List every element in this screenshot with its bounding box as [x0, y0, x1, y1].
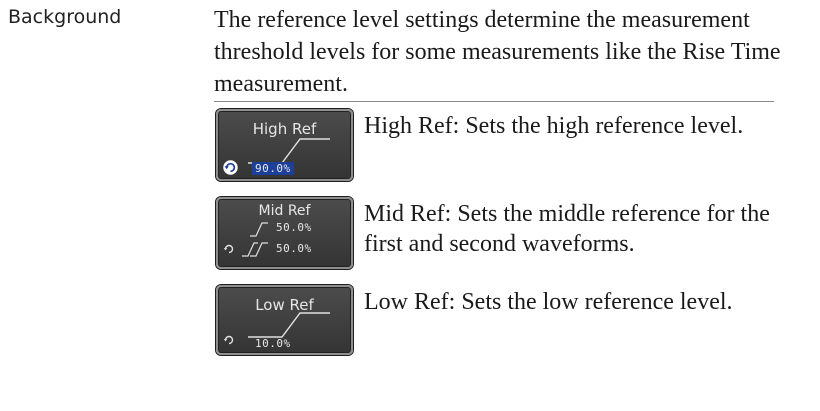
mid-ref-first-value: 50.0%: [276, 221, 312, 234]
single-edge-icon: [250, 222, 268, 237]
ref-row-high: High Ref 90.0% High Ref: Sets the high r…: [214, 105, 814, 189]
low-ref-softkey[interactable]: Low Ref 10.0%: [216, 285, 353, 355]
low-ref-description: Low Ref: Sets the low reference level.: [364, 289, 733, 315]
ref-row-mid: Mid Ref 50.0% 50.0% Mid Ref: Sets the mi…: [214, 193, 814, 277]
rotary-knob-icon: [223, 244, 234, 254]
mid-ref-description: Mid Ref: Sets the middle reference for t…: [364, 201, 770, 257]
double-edge-icon: [242, 242, 268, 257]
section-label: Background: [8, 6, 122, 28]
divider: [214, 101, 774, 102]
softkey-title: Mid Ref: [258, 203, 311, 219]
high-ref-value: 90.0%: [252, 162, 294, 175]
high-ref-description: High Ref: Sets the high reference level.: [364, 113, 744, 139]
low-ref-value: 10.0%: [255, 337, 291, 350]
intro-paragraph: The reference level settings determine t…: [214, 7, 781, 97]
rotary-knob-icon: [223, 160, 238, 175]
mid-ref-second-value: 50.0%: [276, 242, 312, 255]
rotary-knob-icon: [223, 335, 234, 345]
high-ref-softkey[interactable]: High Ref 90.0%: [216, 109, 353, 181]
mid-ref-softkey[interactable]: Mid Ref 50.0% 50.0%: [216, 197, 353, 269]
ref-row-low: Low Ref 10.0% Low Ref: Sets the low refe…: [214, 281, 814, 365]
